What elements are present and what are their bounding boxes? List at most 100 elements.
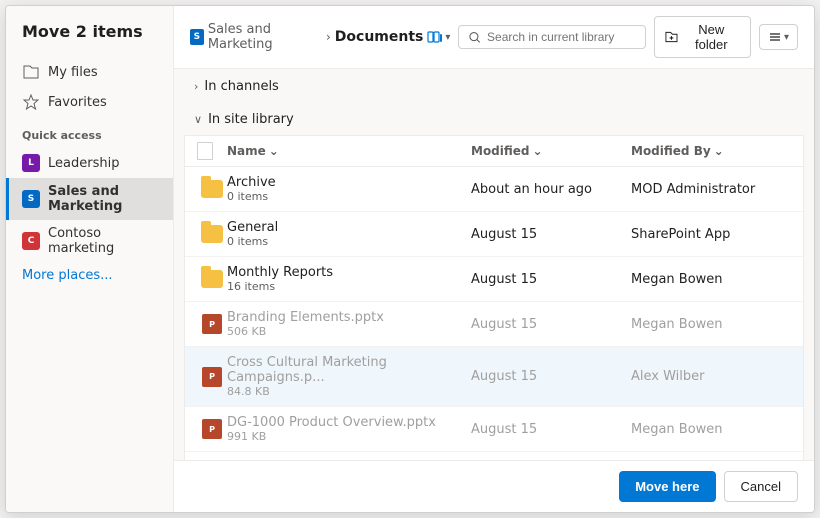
favorites-label: Favorites	[48, 95, 107, 110]
breadcrumb: S Sales and Marketing › Documents ▾	[190, 22, 450, 52]
file-sub: 0 items	[227, 235, 471, 248]
table-header: Name ⌄ Modified ⌄ Modified By ⌄	[185, 136, 803, 167]
file-name: Archive	[227, 175, 471, 190]
ppt-icon-dg1000: P	[197, 419, 227, 439]
new-folder-button[interactable]: New folder	[654, 16, 751, 58]
table-row[interactable]: W DG-2000 Product Overview.docx 996 KB A…	[185, 452, 803, 460]
modified-by-cell: Megan Bowen	[631, 317, 791, 332]
library-icon	[427, 29, 443, 45]
file-sub: 16 items	[227, 280, 471, 293]
my-files-label: My files	[48, 65, 98, 80]
file-name-cell: Archive 0 items	[227, 175, 471, 203]
modified-col-header[interactable]: Modified ⌄	[471, 142, 631, 160]
right-panel: S Sales and Marketing › Documents ▾	[174, 6, 814, 512]
modified-sort-icon: ⌄	[533, 144, 543, 158]
search-icon	[469, 31, 481, 44]
file-sub: 0 items	[227, 190, 471, 203]
file-name: Monthly Reports	[227, 265, 471, 280]
cancel-button[interactable]: Cancel	[724, 471, 798, 502]
in-channels-section[interactable]: › In channels	[174, 69, 814, 102]
favorites-icon	[22, 93, 40, 111]
site-name: Sales and Marketing	[208, 22, 322, 52]
modified-by-sort-icon: ⌄	[714, 144, 724, 158]
sales-marketing-label: Sales and Marketing	[48, 184, 157, 214]
menu-button[interactable]: ▾	[759, 24, 798, 50]
modified-by-col-header[interactable]: Modified By ⌄	[631, 142, 791, 160]
folder-icon-general	[197, 225, 227, 243]
in-site-library-section[interactable]: ∨ In site library	[174, 102, 814, 135]
table-row[interactable]: P Branding Elements.pptx 506 KB August 1…	[185, 302, 803, 347]
in-channels-label: In channels	[204, 79, 278, 94]
file-col-icon	[197, 142, 213, 160]
modified-cell: August 15	[471, 422, 631, 437]
left-panel: Move 2 items My files Favorites Quick ac…	[6, 6, 174, 512]
modified-by-cell: MOD Administrator	[631, 182, 791, 197]
new-folder-label: New folder	[683, 22, 740, 52]
docs-icon-wrap: ▾	[427, 29, 450, 45]
table-row[interactable]: Monthly Reports 16 items August 15 Megan…	[185, 257, 803, 302]
nav-leadership[interactable]: L Leadership	[6, 148, 173, 178]
modified-by-cell: Megan Bowen	[631, 272, 791, 287]
nav-contoso[interactable]: C Contoso marketing	[6, 220, 173, 262]
modified-by-cell: Alex Wilber	[631, 369, 791, 384]
new-folder-icon	[665, 30, 678, 44]
file-type-col-header	[197, 142, 227, 160]
table-row[interactable]: Archive 0 items About an hour ago MOD Ad…	[185, 167, 803, 212]
leadership-icon: L	[22, 154, 40, 172]
move-here-button[interactable]: Move here	[619, 471, 715, 502]
table-row[interactable]: P DG-1000 Product Overview.pptx 991 KB A…	[185, 407, 803, 452]
in-channels-chevron-icon: ›	[194, 80, 198, 93]
more-places-link[interactable]: More places...	[6, 262, 173, 289]
nav-sales-marketing[interactable]: S Sales and Marketing	[6, 178, 173, 220]
in-site-library-label: In site library	[208, 112, 294, 127]
file-table: Name ⌄ Modified ⌄ Modified By ⌄	[184, 135, 804, 460]
folder-icon-archive	[197, 180, 227, 198]
modified-cell: August 15	[471, 227, 631, 242]
sales-marketing-icon: S	[22, 190, 40, 208]
file-name-cell: Cross Cultural Marketing Campaigns.p... …	[227, 355, 471, 398]
menu-icon	[768, 30, 782, 44]
file-name: Cross Cultural Marketing Campaigns.p...	[227, 355, 471, 385]
file-sub: 991 KB	[227, 430, 471, 443]
modified-cell: About an hour ago	[471, 182, 631, 197]
name-sort-icon: ⌄	[269, 144, 279, 158]
file-name: Branding Elements.pptx	[227, 310, 471, 325]
name-col-header[interactable]: Name ⌄	[227, 142, 471, 160]
modified-cell: August 15	[471, 272, 631, 287]
site-library-chevron-icon: ∨	[194, 113, 202, 126]
modified-cell: August 15	[471, 369, 631, 384]
breadcrumb-site: S Sales and Marketing	[190, 22, 322, 52]
move-items-modal: Move 2 items My files Favorites Quick ac…	[5, 5, 815, 513]
file-name-cell: Branding Elements.pptx 506 KB	[227, 310, 471, 338]
file-sub: 506 KB	[227, 325, 471, 338]
file-sub: 84.8 KB	[227, 385, 471, 398]
ppt-icon-cross-cultural: P	[197, 367, 227, 387]
folder-icon-monthly	[197, 270, 227, 288]
my-files-icon	[22, 63, 40, 81]
search-input[interactable]	[487, 30, 635, 44]
search-box[interactable]	[458, 25, 645, 49]
table-row[interactable]: P Cross Cultural Marketing Campaigns.p..…	[185, 347, 803, 407]
modal-title: Move 2 items	[6, 22, 173, 57]
ppt-icon-branding: P	[197, 314, 227, 334]
contoso-icon: C	[22, 232, 40, 250]
file-name: General	[227, 220, 471, 235]
bottom-bar: Move here Cancel	[174, 460, 814, 512]
file-name-cell: Monthly Reports 16 items	[227, 265, 471, 293]
menu-chevron-icon: ▾	[784, 32, 789, 43]
nav-favorites[interactable]: Favorites	[6, 87, 173, 117]
nav-my-files[interactable]: My files	[6, 57, 173, 87]
dropdown-chevron-icon[interactable]: ▾	[445, 32, 450, 43]
breadcrumb-separator: ›	[326, 30, 331, 44]
modified-cell: August 15	[471, 317, 631, 332]
file-name-cell: General 0 items	[227, 220, 471, 248]
contoso-label: Contoso marketing	[48, 226, 157, 256]
site-icon: S	[190, 29, 204, 45]
modified-by-cell: SharePoint App	[631, 227, 791, 242]
top-bar: S Sales and Marketing › Documents ▾	[174, 6, 814, 69]
modified-by-cell: Megan Bowen	[631, 422, 791, 437]
breadcrumb-current: Documents	[335, 29, 424, 45]
quick-access-label: Quick access	[6, 117, 173, 148]
content-area: › In channels ∨ In site library Name ⌄	[174, 69, 814, 460]
table-row[interactable]: General 0 items August 15 SharePoint App	[185, 212, 803, 257]
